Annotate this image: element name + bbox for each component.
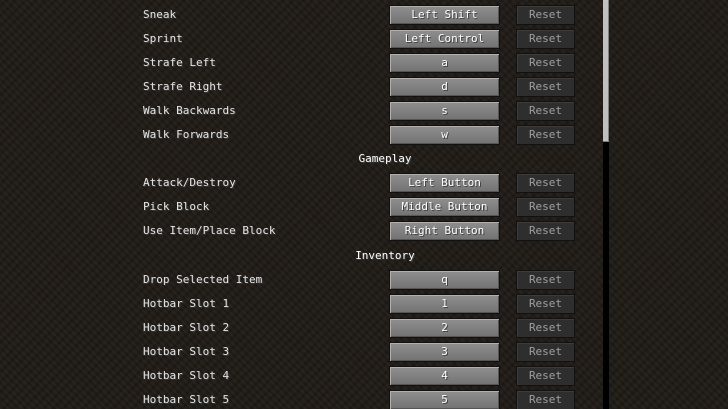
keybind-label: Pick Block: [143, 200, 210, 213]
keybind-row-walk-forwards: Walk Forwards w Reset: [0, 123, 600, 147]
key-button-hotbar-4[interactable]: 4: [389, 366, 500, 386]
category-header-inventory: Inventory: [355, 249, 415, 262]
keybind-row-strafe-right: Strafe Right d Reset: [0, 75, 600, 99]
reset-button-hotbar-5[interactable]: Reset: [516, 390, 575, 409]
keybind-label: Sprint: [143, 32, 183, 45]
key-button-use-item[interactable]: Right Button: [389, 221, 500, 241]
keybind-row-hotbar-3: Hotbar Slot 3 3 Reset: [0, 340, 600, 364]
keybind-label: Strafe Left: [143, 56, 216, 69]
keybind-label: Walk Forwards: [143, 128, 230, 141]
key-button-attack[interactable]: Left Button: [389, 173, 500, 193]
scrollbar-thumb[interactable]: [603, 0, 609, 142]
reset-button-strafe-right[interactable]: Reset: [516, 77, 575, 97]
keybind-row-hotbar-2: Hotbar Slot 2 2 Reset: [0, 316, 600, 340]
key-button-hotbar-5[interactable]: 5: [389, 390, 500, 409]
keybind-label: Hotbar Slot 3: [143, 345, 230, 358]
key-button-drop-item[interactable]: q: [389, 270, 500, 290]
key-button-strafe-right[interactable]: d: [389, 77, 500, 97]
keybind-row-attack: Attack/Destroy Left Button Reset: [0, 171, 600, 195]
keybind-label: Hotbar Slot 4: [143, 369, 230, 382]
key-button-strafe-left[interactable]: a: [389, 53, 500, 73]
keybind-row-use-item: Use Item/Place Block Right Button Reset: [0, 219, 600, 243]
keybind-row-strafe-left: Strafe Left a Reset: [0, 51, 600, 75]
keybind-row-sneak: Sneak Left Shift Reset: [0, 3, 600, 27]
keybind-label: Hotbar Slot 2: [143, 321, 230, 334]
keybind-label: Walk Backwards: [143, 104, 236, 117]
keybind-label: Hotbar Slot 1: [143, 297, 230, 310]
key-button-hotbar-2[interactable]: 2: [389, 318, 500, 338]
reset-button-sneak[interactable]: Reset: [516, 5, 575, 25]
key-button-hotbar-3[interactable]: 3: [389, 342, 500, 362]
reset-button-hotbar-2[interactable]: Reset: [516, 318, 575, 338]
keybind-row-sprint: Sprint Left Control Reset: [0, 27, 600, 51]
keybind-label: Strafe Right: [143, 80, 223, 93]
keybind-row-hotbar-5: Hotbar Slot 5 5 Reset: [0, 388, 600, 409]
key-button-hotbar-1[interactable]: 1: [389, 294, 500, 314]
reset-button-attack[interactable]: Reset: [516, 173, 575, 193]
keybind-row-hotbar-1: Hotbar Slot 1 1 Reset: [0, 292, 600, 316]
reset-button-sprint[interactable]: Reset: [516, 29, 575, 49]
keybind-row-walk-backwards: Walk Backwards s Reset: [0, 99, 600, 123]
category-header-gameplay: Gameplay: [358, 152, 412, 165]
reset-button-hotbar-4[interactable]: Reset: [516, 366, 575, 386]
reset-button-pick-block[interactable]: Reset: [516, 197, 575, 217]
keybind-row-pick-block: Pick Block Middle Button Reset: [0, 195, 600, 219]
controls-list: Sneak Left Shift Reset Sprint Left Contr…: [0, 0, 728, 409]
keybind-row-drop-item: Drop Selected Item q Reset: [0, 268, 600, 292]
reset-button-strafe-left[interactable]: Reset: [516, 53, 575, 73]
keybind-label: Use Item/Place Block: [143, 224, 276, 237]
keybind-label: Hotbar Slot 5: [143, 393, 230, 406]
key-button-sprint[interactable]: Left Control: [389, 29, 500, 49]
key-button-pick-block[interactable]: Middle Button: [389, 197, 500, 217]
key-button-walk-backwards[interactable]: s: [389, 101, 500, 121]
keybind-label: Attack/Destroy: [143, 176, 236, 189]
key-button-walk-forwards[interactable]: w: [389, 125, 500, 145]
reset-button-use-item[interactable]: Reset: [516, 221, 575, 241]
reset-button-hotbar-1[interactable]: Reset: [516, 294, 575, 314]
keybind-label: Sneak: [143, 8, 177, 21]
reset-button-drop-item[interactable]: Reset: [516, 270, 575, 290]
reset-button-hotbar-3[interactable]: Reset: [516, 342, 575, 362]
reset-button-walk-forwards[interactable]: Reset: [516, 125, 575, 145]
key-button-sneak[interactable]: Left Shift: [389, 5, 500, 25]
keybind-label: Drop Selected Item: [143, 273, 263, 286]
scrollbar[interactable]: [603, 0, 609, 409]
keybind-row-hotbar-4: Hotbar Slot 4 4 Reset: [0, 364, 600, 388]
reset-button-walk-backwards[interactable]: Reset: [516, 101, 575, 121]
